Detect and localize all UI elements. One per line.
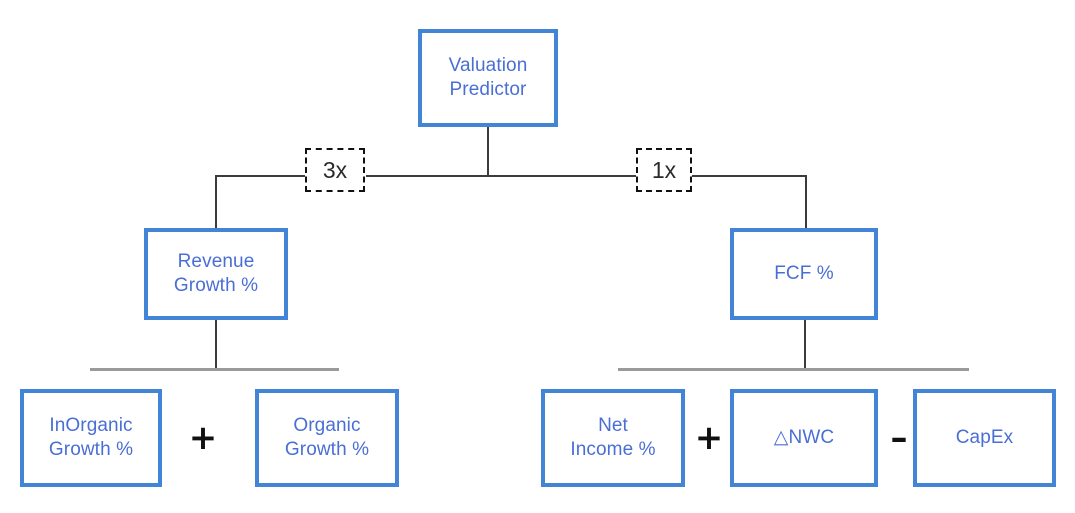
connector-main-horizontal-right [692, 175, 806, 177]
node-fcf-label: FCF % [774, 263, 834, 285]
node-capex-label: CapEx [955, 427, 1014, 449]
connector-drop-fcf [805, 175, 807, 230]
node-net-income[interactable]: Net Income % [541, 389, 685, 487]
node-capex[interactable]: CapEx [913, 389, 1056, 487]
node-net-income-label: Net Income % [570, 415, 656, 460]
plus-operator-right: + [690, 419, 728, 457]
plus-operator-left: + [183, 419, 223, 457]
node-organic-growth-label: Organic Growth % [284, 415, 370, 460]
node-fcf[interactable]: FCF % [730, 228, 878, 320]
connector-drop-revenue [215, 175, 217, 230]
multiplier-1x[interactable]: 1x [636, 148, 692, 192]
plus-operator-left-glyph: + [188, 418, 218, 458]
node-inorganic-growth[interactable]: InOrganic Growth % [20, 389, 162, 487]
node-inorganic-growth-label: InOrganic Growth % [48, 415, 134, 460]
diagram-canvas: Valuation Predictor 3x 1x Revenue Growth… [0, 0, 1075, 513]
node-delta-nwc[interactable]: △NWC [730, 389, 878, 487]
distribution-bar-right [618, 368, 969, 371]
node-organic-growth[interactable]: Organic Growth % [255, 389, 399, 487]
connector-main-horizontal-left [215, 175, 305, 177]
connector-stub-fcf [804, 318, 806, 370]
node-delta-nwc-label: △NWC [773, 427, 835, 449]
multiplier-1x-label: 1x [651, 156, 677, 183]
node-revenue-growth-label: Revenue Growth % [173, 251, 259, 296]
connector-stub-revenue [215, 318, 217, 370]
connector-main-horizontal-center [366, 175, 636, 177]
distribution-bar-left [90, 368, 339, 371]
node-valuation-predictor[interactable]: Valuation Predictor [418, 29, 558, 127]
plus-operator-right-glyph: + [694, 418, 724, 458]
multiplier-3x[interactable]: 3x [305, 148, 365, 192]
node-valuation-predictor-label: Valuation Predictor [448, 55, 528, 100]
node-revenue-growth[interactable]: Revenue Growth % [144, 228, 288, 320]
minus-operator-glyph: – [890, 418, 908, 458]
multiplier-3x-label: 3x [322, 156, 348, 183]
minus-operator: – [882, 419, 916, 457]
connector-root-trunk [487, 127, 489, 176]
